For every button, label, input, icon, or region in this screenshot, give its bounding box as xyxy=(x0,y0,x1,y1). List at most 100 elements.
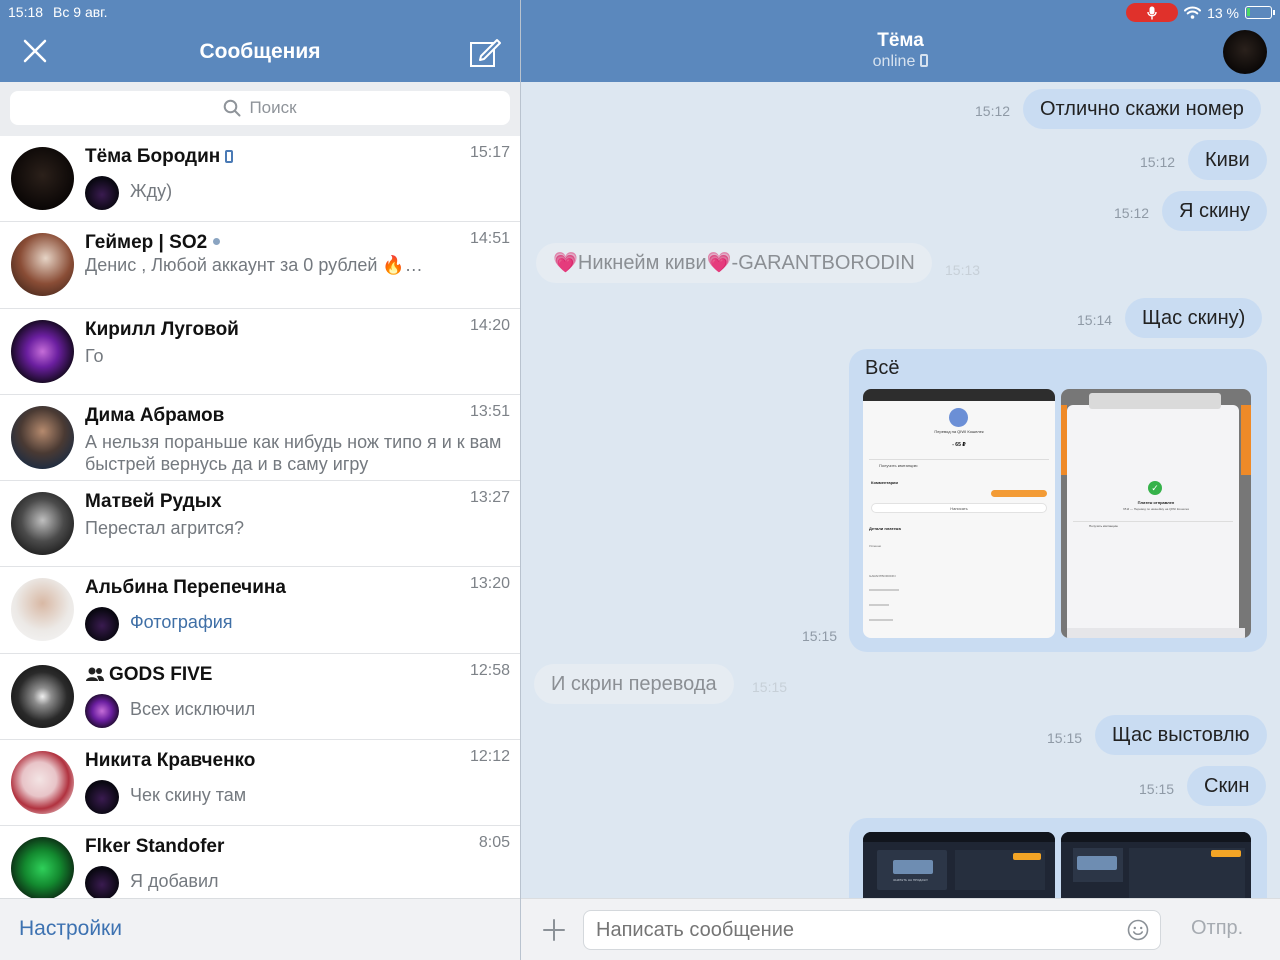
payment-sent-title: Платеж отправлен xyxy=(1137,500,1175,505)
battery-fill xyxy=(1247,8,1250,16)
message-time: 15:14 xyxy=(1077,312,1113,328)
chat-preview: Го xyxy=(85,345,104,366)
compose-icon[interactable] xyxy=(469,36,501,68)
chat-row-dima-abramov[interactable]: Дима Абрамов 13:51 А нельзя пораньше как… xyxy=(0,395,520,482)
chat-time: 12:12 xyxy=(469,748,510,766)
chat-row-nikita-kravchenko[interactable]: Никита Кравченко 12:12 Чек скину там xyxy=(0,740,520,827)
mobile-icon xyxy=(920,54,929,67)
message-time: 15:13 xyxy=(945,262,981,278)
chat-row-flker-standofer[interactable]: Flker Standofer 8:05 Я добавил xyxy=(0,826,520,898)
chat-row-gamer-so2[interactable]: Геймер | SO2 14:51 Денис , Любой аккаунт… xyxy=(0,222,520,309)
battery-icon xyxy=(1245,6,1275,19)
chat-name: Тёма Бородин xyxy=(85,146,234,168)
avatar xyxy=(11,578,74,642)
chat-row-gods-five[interactable]: GODS FIVE 12:58 Всех исключил xyxy=(0,654,520,741)
chat-name: GODS FIVE xyxy=(85,664,212,686)
chat-time: 13:51 xyxy=(469,402,510,420)
conversations-pane: 15:18 Вс 9 авг. Сообщения Поиск Тёма Боро… xyxy=(0,0,520,960)
message-time: 15:12 xyxy=(1140,154,1176,170)
receipt-label-2: Получить квитанцию xyxy=(1089,524,1118,528)
peer-status-text: online xyxy=(872,53,916,70)
message-bubble-outgoing[interactable]: Щас выстовлю xyxy=(1095,715,1267,755)
chat-name: Никита Кравченко xyxy=(85,750,256,772)
message-bubble-outgoing[interactable]: Щас скину) xyxy=(1125,298,1263,338)
photo-caption: Всё xyxy=(865,357,900,379)
chat-name: Flker Standofer xyxy=(85,836,225,858)
peer-name[interactable]: Тёма xyxy=(521,30,1280,52)
receipt-label: Получить квитанцию xyxy=(879,463,918,468)
send-button[interactable]: Отпр. xyxy=(1191,917,1243,940)
photo-message[interactable]: ЗАКРЫТЬ НА ПРОДАЖУ xyxy=(849,818,1267,898)
payment-sent-subtitle: 65 ₽ — Перевод по никнейму на QIWI Кошел… xyxy=(1123,507,1189,511)
chat-time: 13:20 xyxy=(469,575,510,593)
status-bar-left: 15:18 Вс 9 авг. xyxy=(8,4,117,20)
search-input[interactable]: Поиск xyxy=(10,91,510,125)
chat-time: 14:51 xyxy=(469,230,510,248)
status-time: 15:18 xyxy=(8,4,44,20)
online-indicator xyxy=(213,238,221,246)
check-icon: ✓ xyxy=(1148,481,1162,495)
chat-name: Кирилл Луговой xyxy=(85,318,239,340)
sender-avatar xyxy=(85,866,119,898)
message-time: 15:12 xyxy=(1114,205,1150,221)
chat-preview: А нельзя пораньше как нибудь нож типо я … xyxy=(85,431,502,474)
message-composer: Отпр. xyxy=(521,898,1280,960)
chat-row-tema-borodin[interactable]: Тёма Бородин 15:17 Жду) xyxy=(0,136,520,223)
chat-time: 15:17 xyxy=(469,144,510,161)
chat-row-matvey-rudykh[interactable]: Матвей Рудых 13:27 Перестал агрится? xyxy=(0,481,520,568)
settings-link[interactable]: Настройки xyxy=(19,917,122,941)
chat-time: 13:27 xyxy=(469,489,510,507)
transfer-amount: - 65 ₽ xyxy=(952,442,966,448)
message-bubble-outgoing[interactable]: Киви xyxy=(1188,140,1267,180)
avatar xyxy=(11,319,74,383)
status-bar-right: 13 % xyxy=(1126,3,1275,22)
sender-avatar xyxy=(85,693,119,728)
avatar xyxy=(11,751,74,815)
chat-name-text: Геймер | SO2 xyxy=(85,232,208,254)
message-bubble-incoming[interactable]: И скрин перевода xyxy=(534,664,734,704)
chat-name: Геймер | SO2 xyxy=(85,232,221,254)
chat-header: 13 % Тёма online xyxy=(521,0,1280,82)
photo-attachment-3[interactable]: ЗАКРЫТЬ НА ПРОДАЖУ xyxy=(863,832,1055,898)
page-title: Сообщения xyxy=(199,40,321,63)
photo-attachment-4[interactable] xyxy=(1061,832,1251,898)
message-bubble-outgoing[interactable]: Я скину xyxy=(1162,191,1267,231)
conversations-header: 15:18 Вс 9 авг. Сообщения xyxy=(0,0,520,82)
message-time: 15:12 xyxy=(975,103,1011,119)
emoji-icon[interactable] xyxy=(1127,919,1149,941)
message-bubble-incoming[interactable]: 💗Никнейм киви💗-GARANTBORODIN xyxy=(536,243,932,283)
chat-preview: Чек скину там xyxy=(130,785,247,806)
chat-name: Дима Абрамов xyxy=(85,404,225,426)
chat-row-kirill-lugovoy[interactable]: Кирилл Луговой 14:20 Го xyxy=(0,309,520,395)
avatar xyxy=(11,492,74,556)
search-placeholder: Поиск xyxy=(249,98,297,117)
chat-time: 12:58 xyxy=(469,661,510,679)
chat-time: 8:05 xyxy=(478,834,510,852)
conversations-footer: Настройки xyxy=(0,898,520,960)
message-time: 15:15 xyxy=(752,679,788,695)
market-label: ЗАКРЫТЬ НА ПРОДАЖУ xyxy=(893,878,928,882)
wifi-icon xyxy=(1184,6,1202,19)
message-bubble-outgoing[interactable]: Отлично скажи номер xyxy=(1023,89,1261,129)
message-bubble-outgoing[interactable]: Скин xyxy=(1187,766,1267,806)
message-input[interactable] xyxy=(583,910,1161,950)
sender-avatar xyxy=(85,607,119,642)
message-history: 15:12 Отлично скажи номер 15:12 Киви 15:… xyxy=(521,82,1280,898)
group-icon xyxy=(86,667,104,681)
sender-avatar xyxy=(85,780,119,815)
photo-attachment-1[interactable]: Перевод на QIWI Кошелек - 65 ₽ Получить … xyxy=(863,389,1055,638)
chat-preview: Перестал агрится? xyxy=(85,518,244,539)
photo-message[interactable]: Всё Перевод на QIWI Кошелек - 65 ₽ Получ… xyxy=(849,349,1267,652)
chat-time: 14:20 xyxy=(469,316,510,334)
chat-row-albina-perepechina[interactable]: Альбина Перепечина 13:20 Фотография xyxy=(0,567,520,654)
mobile-icon xyxy=(225,150,234,163)
chat-preview: Фотография xyxy=(130,612,233,633)
chat-preview: Денис , Любой аккаунт за 0 рублей 🔥… xyxy=(85,255,423,276)
peer-avatar[interactable] xyxy=(1223,30,1267,74)
chat-name: Матвей Рудых xyxy=(85,491,222,513)
attach-plus-icon[interactable] xyxy=(541,917,567,943)
chat-preview: Жду) xyxy=(130,181,173,201)
photo-attachment-2[interactable]: ✓ Платеж отправлен 65 ₽ — Перевод по ник… xyxy=(1061,389,1251,638)
sender-avatar xyxy=(85,176,119,210)
avatar xyxy=(11,405,74,469)
